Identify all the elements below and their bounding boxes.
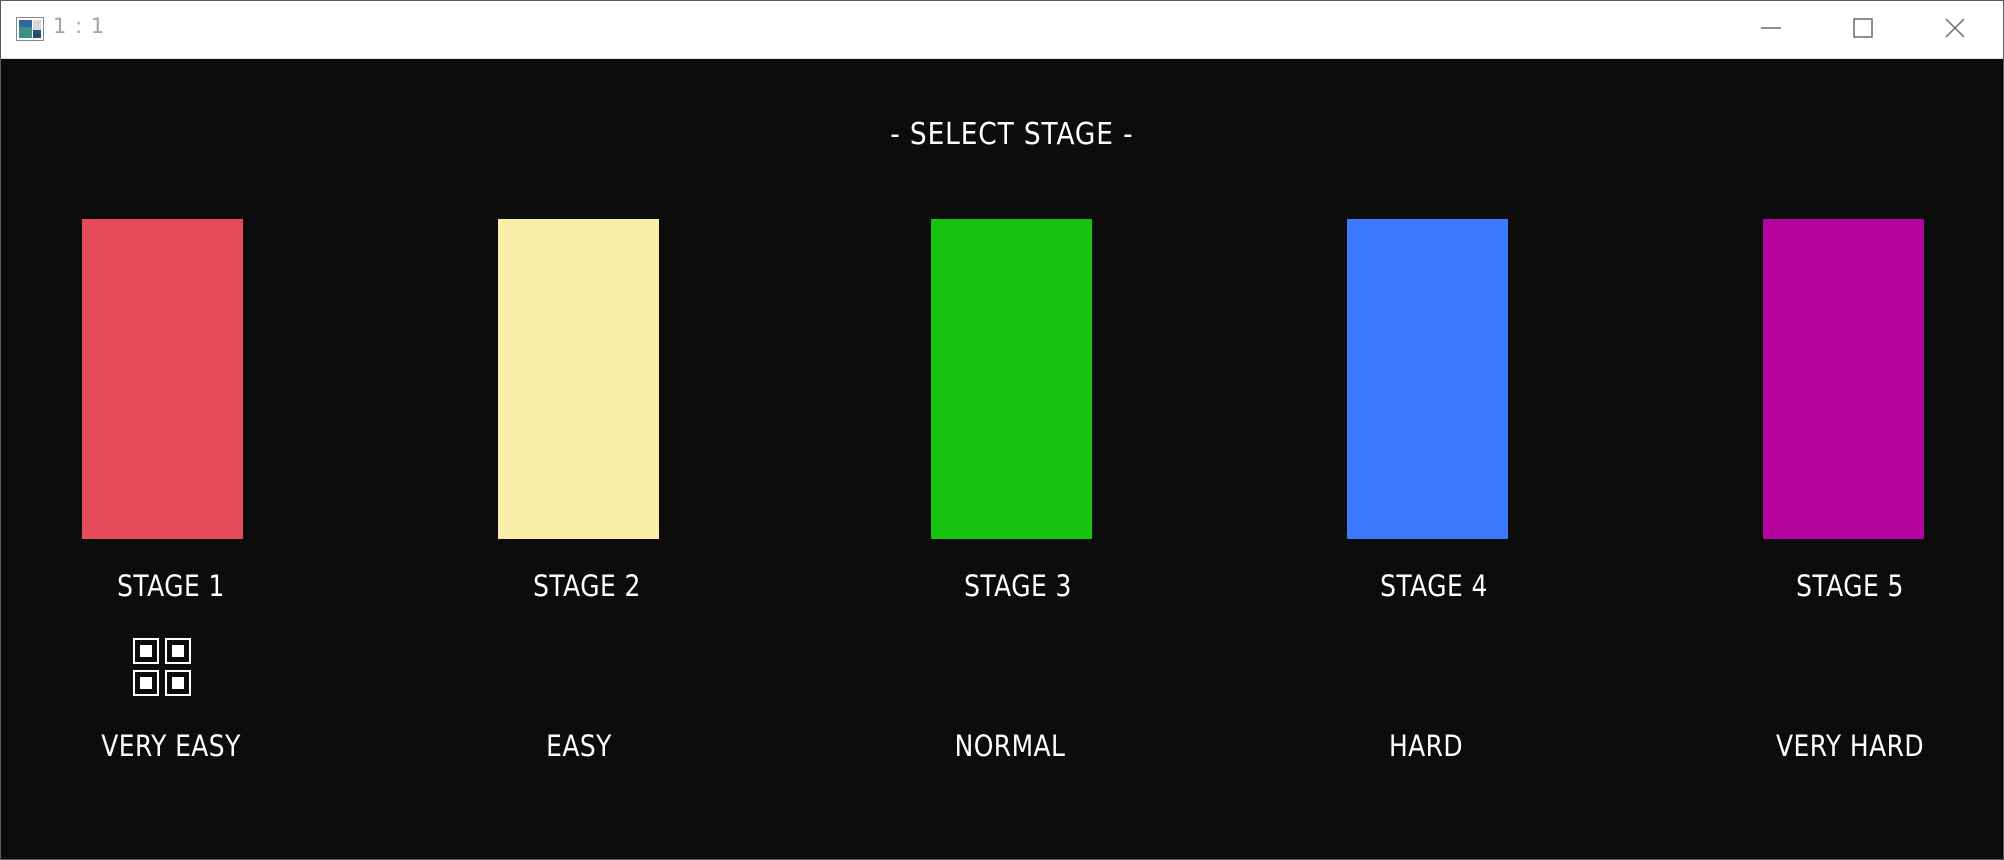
- stage-1-difficulty: VERY EASY: [101, 729, 241, 763]
- stage-4-block[interactable]: [1347, 219, 1508, 539]
- stage-2-block[interactable]: [498, 219, 659, 539]
- stage-5-label: STAGE 5: [1796, 569, 1904, 603]
- title-bar[interactable]: 1 : 1: [1, 1, 2003, 59]
- stage-5-block[interactable]: [1763, 219, 1924, 539]
- page-title: - SELECT STAGE -: [890, 117, 1134, 152]
- stage-3-difficulty: NORMAL: [954, 729, 1066, 763]
- stage-3-label: STAGE 3: [964, 569, 1072, 603]
- stage-1-label: STAGE 1: [117, 569, 225, 603]
- maximize-icon: [1852, 17, 1874, 43]
- close-icon: [1944, 17, 1966, 43]
- maximize-button[interactable]: [1817, 1, 1909, 58]
- stage-2-label: STAGE 2: [533, 569, 641, 603]
- app-window-icon: [16, 17, 44, 41]
- selection-cursor-icon: [132, 637, 192, 697]
- close-button[interactable]: [1909, 1, 2001, 58]
- stage-2-difficulty: EASY: [546, 729, 612, 763]
- stage-4-difficulty: HARD: [1388, 729, 1464, 763]
- stage-select-screen: - SELECT STAGE - STAGE 1 VERY EASY STAGE…: [1, 59, 2003, 859]
- stage-1-block[interactable]: [82, 219, 243, 539]
- window-title: 1 : 1: [53, 14, 106, 38]
- stage-5-difficulty: VERY HARD: [1776, 729, 1924, 763]
- stage-3-block[interactable]: [931, 219, 1092, 539]
- minimize-icon: [1760, 17, 1782, 43]
- minimize-button[interactable]: [1725, 1, 1817, 58]
- stage-4-label: STAGE 4: [1380, 569, 1488, 603]
- game-window: 1 : 1 - SELECT STAGE - STAGE 1 VERY EASY…: [0, 0, 2004, 860]
